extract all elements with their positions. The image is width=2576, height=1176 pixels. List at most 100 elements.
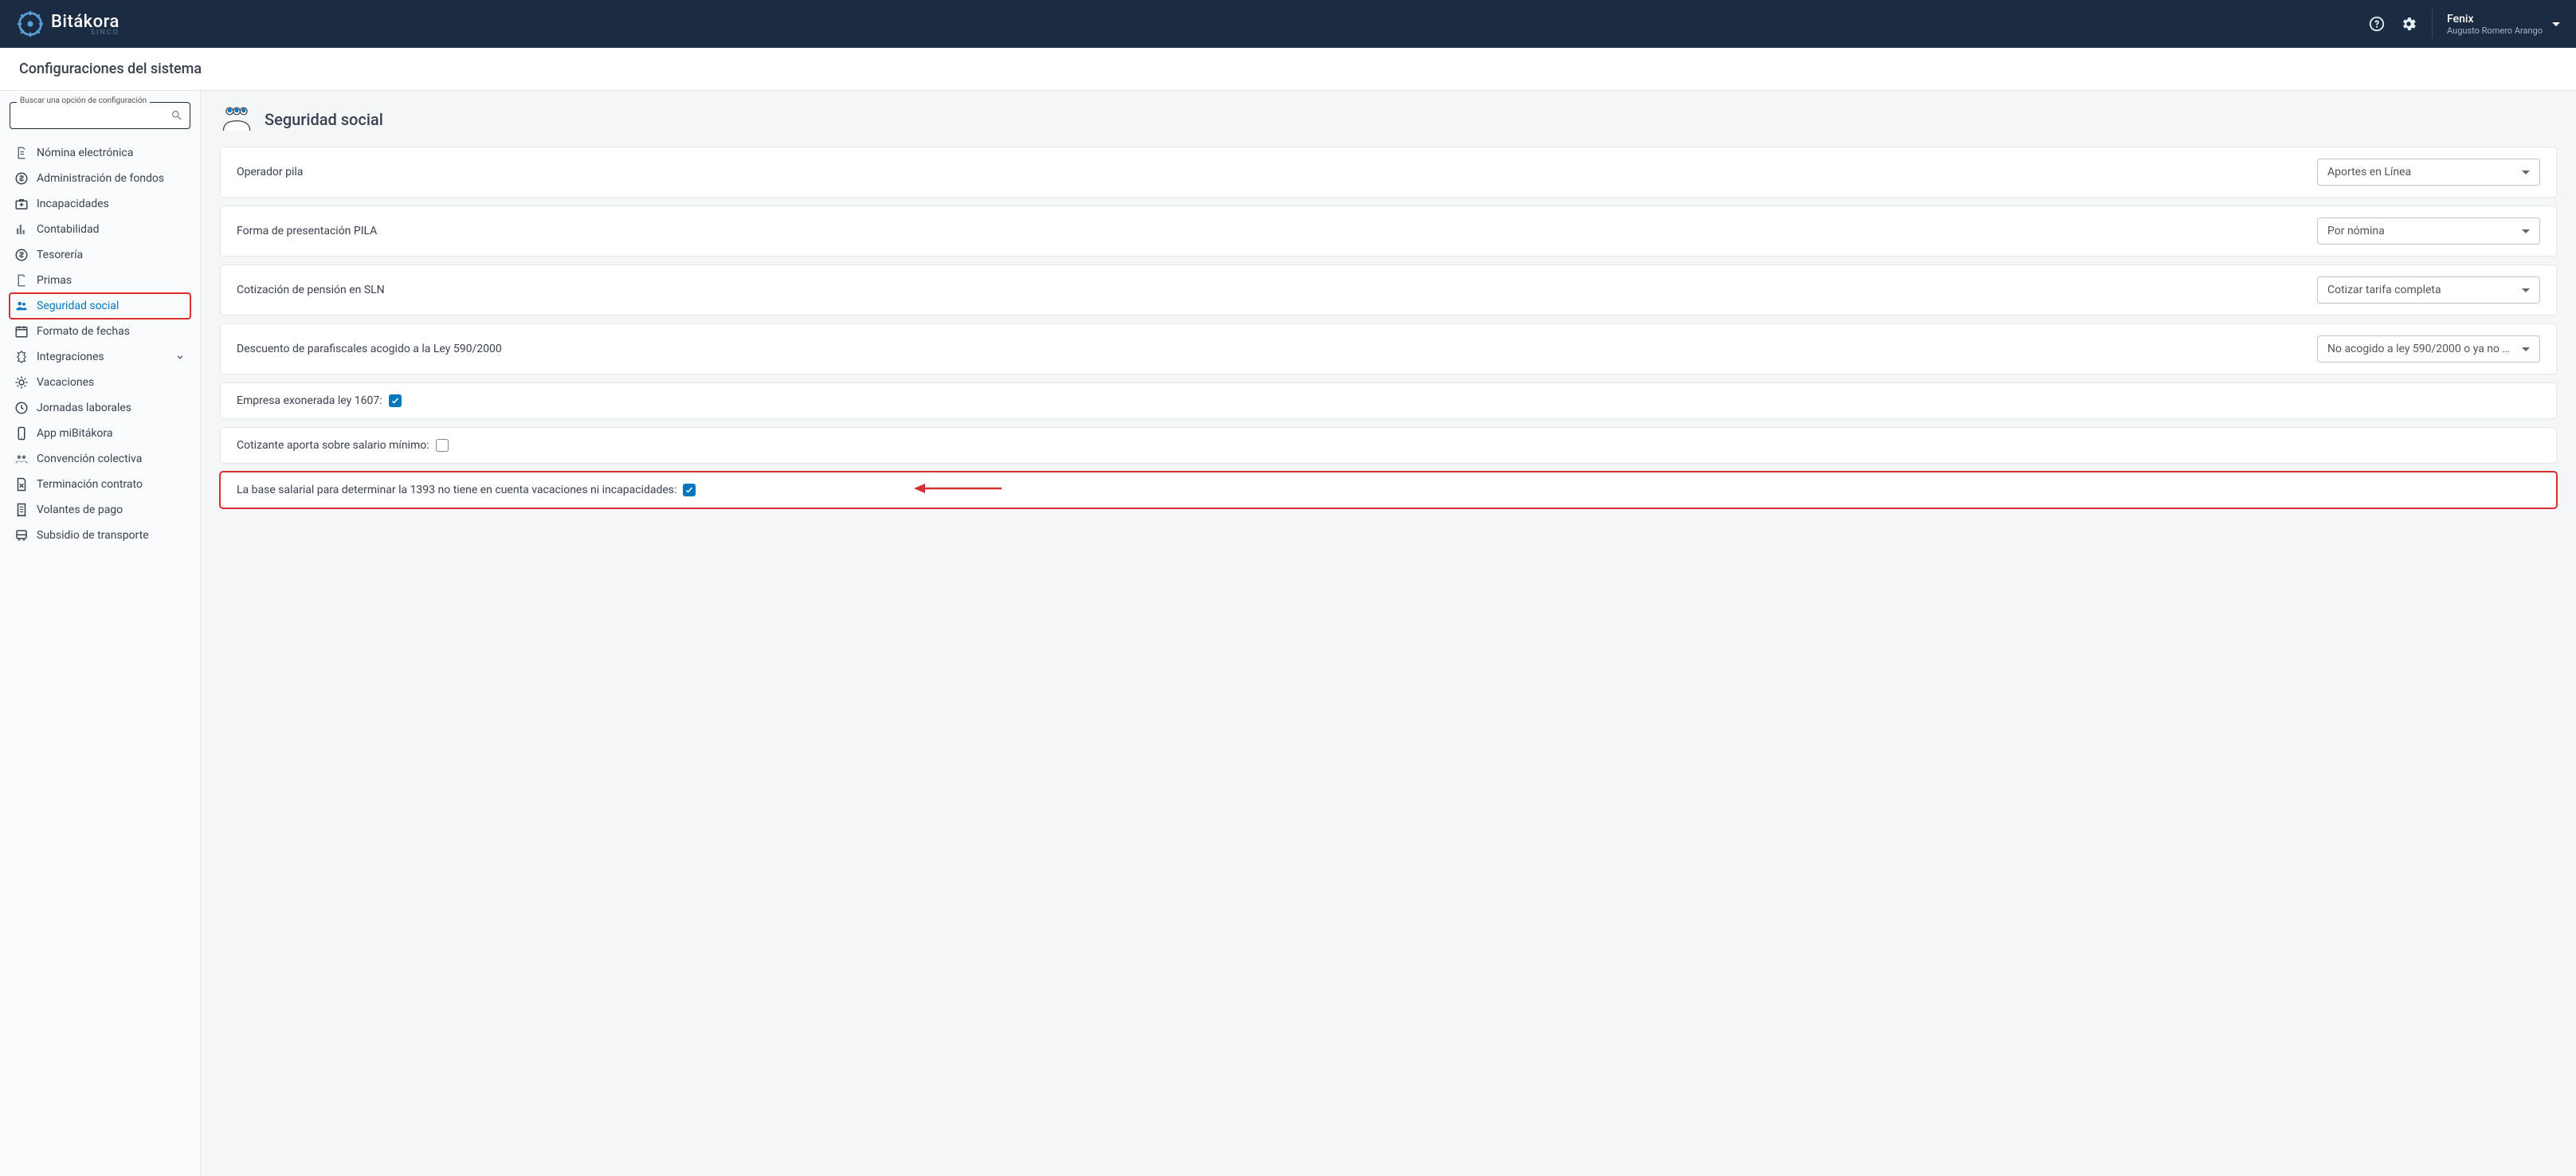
setting-row: Descuento de parafiscales acogido a la L… (220, 323, 2557, 374)
document-icon (14, 146, 29, 160)
main-content: Seguridad social Operador pilaAportes en… (201, 91, 2576, 1176)
setting-label: La base salarial para determinar la 1393… (237, 484, 676, 496)
chevron-down-icon (2552, 22, 2560, 26)
sidebar-item-label: Seguridad social (37, 300, 119, 312)
sidebar-item-administración-de-fondos[interactable]: Administración de fondos (10, 166, 190, 191)
search-icon (171, 109, 183, 122)
search-label: Buscar una opción de configuración (17, 96, 150, 105)
sidebar-item-convención-colectiva[interactable]: Convención colectiva (10, 446, 190, 472)
select-3[interactable]: No acogido a ley 590/2000 o ya no ap… (2317, 335, 2540, 363)
sidebar-item-label: Subsidio de transporte (37, 529, 149, 542)
checkbox[interactable] (389, 394, 402, 407)
select-0[interactable]: Aportes en Línea (2317, 159, 2540, 186)
sidebar-item-jornadas-laborales[interactable]: Jornadas laborales (10, 395, 190, 421)
file-icon (14, 273, 29, 288)
plugin-icon (14, 350, 29, 364)
money-icon (14, 171, 29, 186)
setting-row: Cotización de pensión en SLN Cotizar tari… (220, 265, 2557, 316)
sidebar-item-label: Terminación contrato (37, 478, 143, 491)
chevron-down-icon (2522, 171, 2530, 174)
app-header: Bitákora SINCO Fenix Augusto Romero Aran… (0, 0, 2576, 48)
wheel-icon (16, 10, 45, 38)
doc-x-icon (14, 477, 29, 492)
sidebar-item-seguridad-social[interactable]: Seguridad social (10, 293, 190, 319)
check-icon (390, 396, 400, 406)
receipt-icon (14, 503, 29, 517)
sidebar-item-app-mibitákora[interactable]: App miBitákora (10, 421, 190, 446)
chevron-down-icon (2522, 347, 2530, 351)
sidebar-item-subsidio-de-transporte[interactable]: Subsidio de transporte (10, 523, 190, 548)
user-company: Fenix (2447, 13, 2543, 25)
page-title-bar: Configuraciones del sistema (0, 48, 2576, 91)
sidebar-item-label: Tesorería (37, 249, 83, 261)
setting-row: Forma de presentación PILA Por nómina (220, 206, 2557, 257)
search-input-wrapper[interactable]: Buscar una opción de configuración (10, 102, 190, 129)
divider (2432, 10, 2433, 38)
people-icon (14, 299, 29, 313)
setting-label: Cotizante aporta sobre salario mínimo: (237, 439, 429, 452)
sidebar-item-label: Primas (37, 274, 72, 287)
setting-label: Cotización de pensión en SLN (237, 284, 385, 296)
setting-label: Empresa exonerada ley 1607: (237, 394, 382, 407)
sidebar-item-label: Volantes de pago (37, 504, 123, 516)
sidebar-item-integraciones[interactable]: Integraciones (10, 344, 190, 370)
select-value: No acogido a ley 590/2000 o ya no ap… (2327, 343, 2515, 355)
sidebar-item-tesorería[interactable]: Tesorería (10, 242, 190, 268)
setting-row: Cotizante aporta sobre salario mínimo: (220, 427, 2557, 464)
money-icon (14, 248, 29, 262)
medkit-icon (14, 197, 29, 211)
sidebar: Buscar una opción de configuración Nómin… (0, 91, 201, 1176)
content-title: Seguridad social (265, 110, 383, 129)
brand-logo: Bitákora SINCO (16, 10, 120, 38)
check-icon (684, 485, 694, 495)
user-menu[interactable]: Fenix Augusto Romero Arango (2447, 13, 2560, 36)
sidebar-item-label: Contabilidad (37, 223, 100, 236)
setting-row: La base salarial para determinar la 1393… (220, 472, 2557, 508)
phone-icon (14, 426, 29, 441)
setting-label: Descuento de parafiscales acogido a la L… (237, 343, 502, 355)
sidebar-item-label: Jornadas laborales (37, 402, 131, 414)
people-icon (220, 105, 253, 134)
sidebar-item-label: Administración de fondos (37, 172, 164, 185)
sidebar-item-label: Convención colectiva (37, 453, 142, 465)
user-fullname: Augusto Romero Arango (2447, 25, 2543, 36)
calendar-icon (14, 324, 29, 339)
content-header: Seguridad social (220, 105, 2557, 134)
checkbox[interactable] (683, 484, 696, 496)
sidebar-item-primas[interactable]: Primas (10, 268, 190, 293)
sidebar-item-formato-de-fechas[interactable]: Formato de fechas (10, 319, 190, 344)
sidebar-item-contabilidad[interactable]: Contabilidad (10, 217, 190, 242)
select-2[interactable]: Cotizar tarifa completa (2317, 276, 2540, 304)
gear-icon[interactable] (2400, 15, 2417, 33)
header-right: Fenix Augusto Romero Arango (2368, 10, 2560, 38)
sidebar-item-nómina-electrónica[interactable]: Nómina electrónica (10, 140, 190, 166)
group-icon (14, 452, 29, 466)
bus-icon (14, 528, 29, 543)
help-icon[interactable] (2368, 15, 2386, 33)
setting-row: Empresa exonerada ley 1607: (220, 382, 2557, 419)
sidebar-item-incapacidades[interactable]: Incapacidades (10, 191, 190, 217)
sidebar-item-label: Vacaciones (37, 376, 94, 389)
select-value: Por nómina (2327, 225, 2385, 237)
chevron-down-icon (2522, 288, 2530, 292)
sidebar-item-terminación-contrato[interactable]: Terminación contrato (10, 472, 190, 497)
chart-bars-icon (14, 222, 29, 237)
settings-rows: Operador pilaAportes en Línea Forma de pr… (220, 147, 2557, 508)
select-1[interactable]: Por nómina (2317, 218, 2540, 245)
sidebar-item-volantes-de-pago[interactable]: Volantes de pago (10, 497, 190, 523)
page-title: Configuraciones del sistema (19, 61, 2557, 77)
select-value: Cotizar tarifa completa (2327, 284, 2441, 296)
setting-label: Forma de presentación PILA (237, 225, 377, 237)
search-input[interactable] (18, 109, 166, 121)
sidebar-item-label: Formato de fechas (37, 325, 130, 338)
sidebar-item-vacaciones[interactable]: Vacaciones (10, 370, 190, 395)
sidebar-item-label: Incapacidades (37, 198, 109, 210)
sidebar-item-label: Nómina electrónica (37, 147, 133, 159)
checkbox[interactable] (436, 439, 449, 452)
sidebar-item-label: Integraciones (37, 351, 104, 363)
setting-row: Operador pilaAportes en Línea (220, 147, 2557, 198)
sidebar-item-label: App miBitákora (37, 427, 113, 440)
chevron-down-icon (174, 351, 186, 363)
chevron-down-icon (2522, 229, 2530, 233)
select-value: Aportes en Línea (2327, 166, 2411, 178)
